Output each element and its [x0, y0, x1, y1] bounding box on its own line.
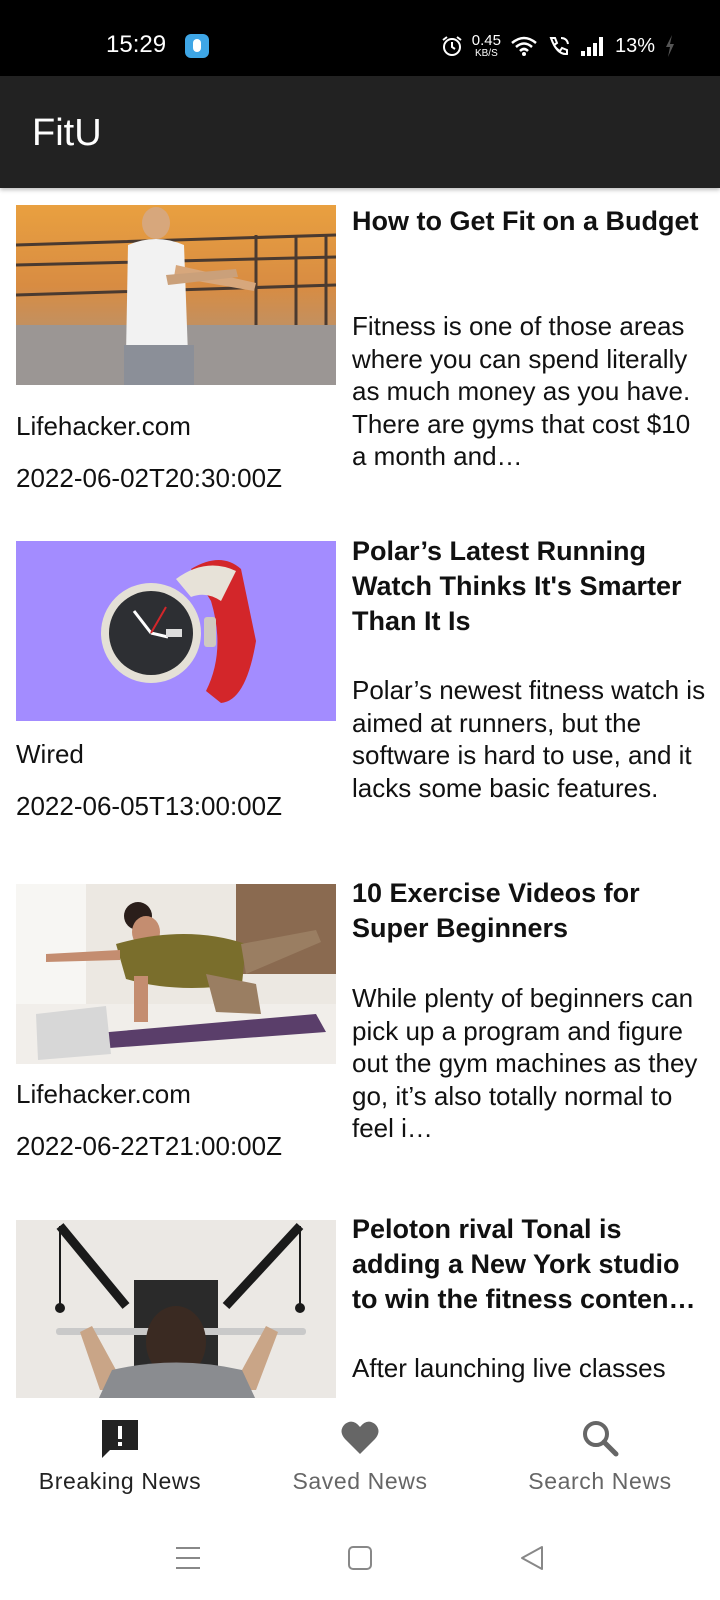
- bottom-navigation: Breaking News Saved News Search News: [0, 1398, 720, 1508]
- breaking-news-icon: [102, 1420, 138, 1458]
- article-description: Fitness is one of those areas where you …: [352, 311, 691, 471]
- nav-label: Saved News: [292, 1468, 428, 1494]
- article-card[interactable]: Lifehacker.com 2022-06-22T21:00:00Z 10 E…: [0, 868, 720, 1208]
- article-title: How to Get Fit on a Budget: [352, 206, 699, 236]
- article-source: Lifehacker.com: [16, 411, 191, 441]
- heart-icon: [341, 1421, 379, 1454]
- news-list[interactable]: Lifehacker.com 2022-06-02T20:30:00Z How …: [0, 188, 720, 1398]
- search-icon: [583, 1421, 619, 1457]
- back-icon[interactable]: [512, 1538, 552, 1578]
- article-image: [16, 205, 336, 385]
- article-title: Polar’s Latest Running Watch Thinks It's…: [352, 536, 682, 636]
- article-image: [16, 1220, 336, 1398]
- article-date: 2022-06-05T13:00:00Z: [16, 791, 282, 821]
- article-image: [16, 884, 336, 1064]
- net-speed: 0.45 KB/S: [472, 33, 501, 59]
- article-source: Wired: [16, 739, 84, 769]
- alarm-icon: [442, 36, 462, 56]
- nav-label: Breaking News: [38, 1468, 202, 1494]
- status-icons: 0.45 KB/S 13%: [441, 30, 676, 62]
- article-description: Polar’s newest fitness watch is aimed at…: [352, 675, 706, 803]
- article-date: 2022-06-22T21:00:00Z: [16, 1131, 282, 1161]
- article-image: [16, 541, 336, 721]
- status-time: 15:29: [106, 31, 167, 58]
- wifi-calling-icon: [549, 37, 569, 56]
- article-source: Lifehacker.com: [16, 1079, 191, 1109]
- nav-item-search-news[interactable]: Search News: [480, 1398, 720, 1508]
- article-card[interactable]: Peloton rival Tonal is adding a New York…: [0, 1204, 720, 1398]
- article-card[interactable]: Lifehacker.com 2022-06-02T20:30:00Z How …: [0, 188, 720, 528]
- wifi-icon: [511, 36, 537, 56]
- article-description: After launching live classes: [352, 1353, 666, 1383]
- app-bar: FitU: [0, 76, 720, 188]
- signal-icon: [580, 37, 603, 56]
- battery-percentage: 13%: [614, 34, 655, 57]
- article-title: 10 Exercise Videos for Super Beginners: [352, 878, 640, 943]
- app-notification-icon: [185, 34, 209, 58]
- article-title: Peloton rival Tonal is adding a New York…: [352, 1214, 696, 1314]
- app-title: FitU: [32, 112, 102, 154]
- menu-icon[interactable]: [168, 1538, 208, 1578]
- net-speed-value: 0.45: [471, 32, 501, 49]
- nav-label: Search News: [528, 1468, 672, 1494]
- article-date: 2022-06-02T20:30:00Z: [16, 463, 282, 493]
- status-bar: 15:29 0.45 KB/S 13%: [0, 0, 720, 76]
- nav-item-saved-news[interactable]: Saved News: [240, 1398, 480, 1508]
- home-icon[interactable]: [340, 1538, 380, 1578]
- net-speed-unit: KB/S: [474, 48, 498, 59]
- nav-item-breaking-news[interactable]: Breaking News: [0, 1398, 240, 1508]
- article-card[interactable]: Wired 2022-06-05T13:00:00Z Polar’s Lates…: [0, 524, 720, 864]
- charging-icon: [666, 35, 674, 57]
- article-description: While plenty of beginners can pick up a …: [352, 983, 698, 1143]
- system-navigation: [0, 1508, 720, 1600]
